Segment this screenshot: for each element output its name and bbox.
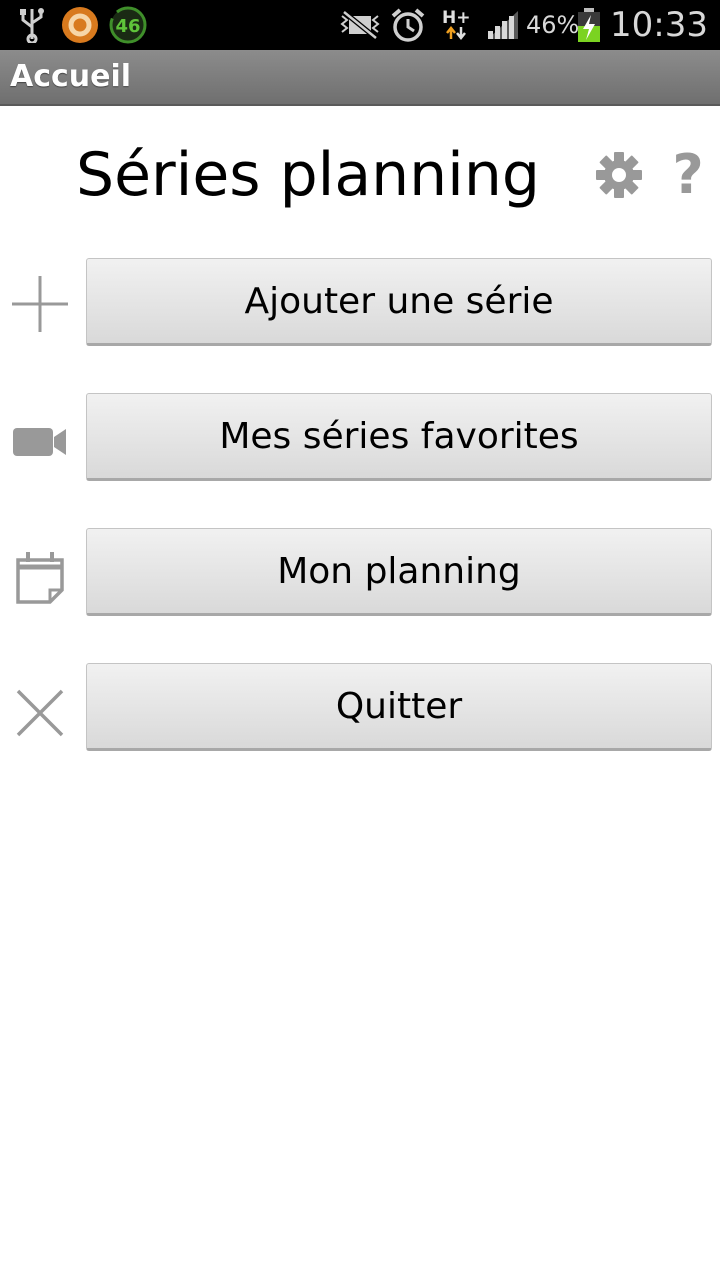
plus-icon [10, 274, 70, 334]
screen-title: Accueil [10, 59, 132, 94]
network-h-plus-icon: H+ [442, 0, 470, 50]
help-icon[interactable]: ? [668, 145, 708, 205]
battery-percent: 46% [526, 11, 580, 39]
clock-time: 10:33 [610, 5, 708, 45]
notification-badge-text: 46 [115, 16, 140, 37]
battery-charging-icon [576, 0, 602, 50]
close-icon [10, 683, 70, 743]
app-title: Séries planning [76, 140, 540, 210]
signal-icon [486, 0, 520, 50]
settings-gear-icon[interactable] [594, 150, 644, 200]
status-bar: 46 H+ 46% 10:33 [0, 0, 720, 50]
favorite-series-button[interactable]: Mes séries favorites [86, 393, 712, 481]
calendar-icon [10, 548, 70, 608]
app-green-badge-icon: 46 [108, 0, 148, 50]
app-orange-icon [60, 0, 100, 50]
usb-icon [18, 0, 46, 50]
action-bar: Accueil [0, 50, 720, 106]
alarm-icon [390, 0, 426, 50]
add-series-button[interactable]: Ajouter une série [86, 258, 712, 346]
video-camera-icon [10, 411, 70, 471]
quit-button[interactable]: Quitter [86, 663, 712, 751]
network-type-label: H+ [442, 8, 471, 28]
mute-icon [340, 0, 380, 50]
my-planning-button[interactable]: Mon planning [86, 528, 712, 616]
